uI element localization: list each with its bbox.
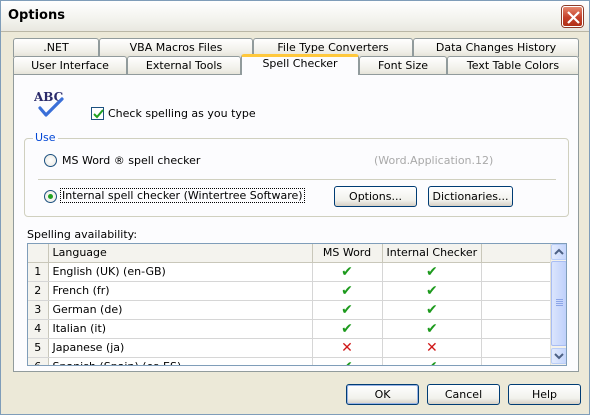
tab-external-tools[interactable]: External Tools <box>127 56 241 75</box>
row-number-header <box>28 244 49 263</box>
tab-label: Font Size <box>377 59 429 72</box>
cancel-button[interactable]: Cancel <box>427 384 500 405</box>
ms-word-radio-label[interactable]: MS Word ® spell checker <box>62 154 200 167</box>
ms-word-cross-icon: ✕ <box>312 338 383 358</box>
close-button[interactable] <box>562 6 583 27</box>
tab-label: .NET <box>43 41 69 54</box>
tab-user-interface[interactable]: User Interface <box>13 56 127 75</box>
empty-cell <box>481 281 560 301</box>
tab-label: User Interface <box>31 59 109 72</box>
table-row[interactable]: 1 English (UK) (en-GB) ✔ ✔ <box>28 262 560 282</box>
row-number: 6 <box>28 357 49 365</box>
row-number: 1 <box>28 262 49 282</box>
group-separator <box>38 179 556 180</box>
grid-header-row: Language MS Word Internal Checker <box>28 244 560 263</box>
tab-label: Spell Checker <box>262 57 338 70</box>
column-header-internal-checker[interactable]: Internal Checker <box>382 244 483 263</box>
options-button[interactable]: Options... <box>334 186 417 207</box>
tab-vba-macros-files[interactable]: VBA Macros Files <box>99 38 253 57</box>
tab-spell-checker[interactable]: Spell Checker <box>241 54 359 75</box>
grip-line <box>556 305 563 306</box>
internal-checker-radio-label[interactable]: Internal spell checker (Wintertree Softw… <box>60 188 305 203</box>
word-application-version: (Word.Application.12) <box>374 154 494 167</box>
ms-word-check-icon: ✔ <box>312 319 383 339</box>
radio-selected-dot <box>48 194 53 199</box>
tab-data-changes-history[interactable]: Data Changes History <box>413 38 579 57</box>
internal-checker-radio[interactable] <box>44 190 57 203</box>
grip-line <box>556 299 563 300</box>
ms-word-check-icon: ✔ <box>312 281 383 301</box>
grip-line <box>556 303 563 304</box>
empty-header <box>481 244 560 263</box>
ms-word-check-icon: ✔ <box>312 300 383 320</box>
table-row[interactable]: 5 Japanese (ja) ✕ ✕ <box>28 338 560 358</box>
tab-label: External Tools <box>145 59 223 72</box>
tab-label: Text Table Colors <box>466 59 560 72</box>
ms-word-check-icon: ✔ <box>312 357 383 365</box>
close-icon <box>567 11 580 24</box>
scroll-down-button[interactable] <box>551 348 566 364</box>
help-button[interactable]: Help <box>508 384 581 405</box>
language-cell: Japanese (ja) <box>48 338 313 358</box>
scroll-up-button[interactable] <box>551 244 566 260</box>
language-cell: Spanish (Spain) (es-ES) <box>48 357 313 365</box>
check-spelling-label[interactable]: Check spelling as you type <box>108 107 256 120</box>
tab-label: File Type Converters <box>277 41 389 54</box>
check-spelling-checkbox[interactable] <box>91 107 104 120</box>
use-groupbox: Use MS Word ® spell checker (Word.Applic… <box>24 131 569 217</box>
table-row[interactable]: 4 Italian (it) ✔ ✔ <box>28 319 560 339</box>
empty-cell <box>481 262 560 282</box>
use-group-title: Use <box>33 131 58 144</box>
dictionaries-button[interactable]: Dictionaries... <box>428 186 513 207</box>
internal-cross-icon: ✕ <box>382 338 483 358</box>
options-dialog: Options .NET VBA Macros Files File Type … <box>0 0 590 415</box>
internal-check-icon: ✔ <box>382 300 483 320</box>
scroll-thumb[interactable] <box>551 261 566 346</box>
table-row[interactable]: 3 German (de) ✔ ✔ <box>28 300 560 320</box>
language-cell: Italian (it) <box>48 319 313 339</box>
tab-dotnet[interactable]: .NET <box>13 38 99 57</box>
row-number: 4 <box>28 319 49 339</box>
column-header-ms-word[interactable]: MS Word <box>312 244 383 263</box>
empty-cell <box>481 357 560 365</box>
spelling-availability-grid[interactable]: Language MS Word Internal Checker 1 Engl… <box>27 243 567 366</box>
table-row[interactable]: 6 Spanish (Spain) (es-ES) ✔ ✔ <box>28 357 560 365</box>
abc-spellcheck-icon: ABC <box>34 90 64 117</box>
row-number: 5 <box>28 338 49 358</box>
ok-button[interactable]: OK <box>346 384 419 405</box>
language-cell: English (UK) (en-GB) <box>48 262 313 282</box>
row-number: 2 <box>28 281 49 301</box>
window-title: Options <box>8 8 65 23</box>
table-row[interactable]: 2 French (fr) ✔ ✔ <box>28 281 560 301</box>
chevron-down-icon <box>554 353 564 360</box>
tab-font-size[interactable]: Font Size <box>359 56 447 75</box>
grip-line <box>556 301 563 302</box>
internal-check-icon: ✔ <box>382 281 483 301</box>
ms-word-radio[interactable] <box>44 154 57 167</box>
spell-checker-panel: ABC Check spelling as you type Use MS Wo… <box>13 74 579 372</box>
chevron-up-icon <box>554 248 564 255</box>
language-cell: French (fr) <box>48 281 313 301</box>
spelling-availability-label: Spelling availability: <box>27 228 138 241</box>
grid-vertical-scrollbar[interactable] <box>550 244 566 365</box>
internal-check-icon: ✔ <box>382 262 483 282</box>
checkmark-icon <box>93 109 104 119</box>
tab-label: Data Changes History <box>435 41 557 54</box>
empty-cell <box>481 300 560 320</box>
internal-check-icon: ✔ <box>382 357 483 365</box>
language-cell: German (de) <box>48 300 313 320</box>
tab-text-table-colors[interactable]: Text Table Colors <box>447 56 579 75</box>
empty-cell <box>481 319 560 339</box>
ms-word-check-icon: ✔ <box>312 262 383 282</box>
title-bar[interactable]: Options <box>1 1 589 32</box>
tab-label: VBA Macros Files <box>129 41 223 54</box>
internal-check-icon: ✔ <box>382 319 483 339</box>
column-header-language[interactable]: Language <box>48 244 313 263</box>
row-number: 3 <box>28 300 49 320</box>
empty-cell <box>481 338 560 358</box>
